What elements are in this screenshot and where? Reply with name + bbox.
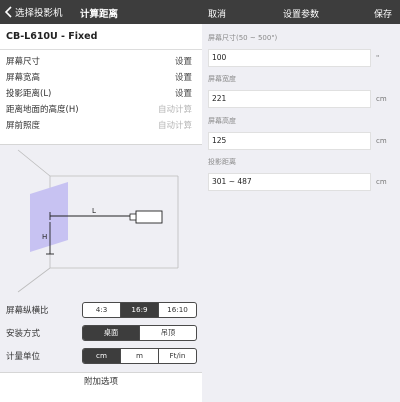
divider	[0, 49, 202, 50]
row-screen-illuminance: 屏前照度 自动计算	[6, 119, 192, 133]
mounting-label: 安装方式	[6, 329, 41, 339]
calculate-distance-panel: 选择投影机 计算距离 CB-L610U - Fixed 屏幕尺寸 设置 屏幕宽高…	[0, 0, 202, 402]
screen-height-unit: cm	[376, 137, 387, 145]
save-button[interactable]: 保存	[374, 7, 392, 20]
row-throw-distance[interactable]: 投影距离(L) 设置	[6, 87, 192, 101]
mounting-segmented-control: 桌面 吊顶	[82, 325, 197, 341]
screen-height-label: 屏幕高度	[208, 117, 236, 125]
unit-segmented-control: cm m Ft/in	[82, 348, 197, 364]
projection-screen	[30, 182, 68, 252]
screen-size-unit: "	[376, 54, 380, 62]
row-label: 屏幕宽高	[6, 73, 41, 83]
row-label: 投影距离(L)	[6, 89, 52, 99]
room-edge	[17, 149, 51, 177]
aspect-16-10-option[interactable]: 16:10	[158, 303, 196, 317]
mounting-row: 安装方式 桌面 吊顶	[6, 325, 197, 341]
aspect-ratio-segmented-control: 4:3 16:9 16:10	[82, 302, 197, 318]
screen-height-input[interactable]: 125	[208, 132, 371, 150]
cancel-button[interactable]: 取消	[208, 7, 226, 20]
throw-distance-input[interactable]: 301 ~ 487	[208, 173, 371, 191]
row-screen-size[interactable]: 屏幕尺寸 设置	[6, 55, 192, 69]
page-title: 计算距离	[80, 9, 119, 20]
model-name: CB-L610U - Fixed	[6, 31, 98, 42]
screen-width-unit: cm	[376, 95, 387, 103]
screen-width-label: 屏幕宽度	[208, 75, 236, 83]
unit-cm-option[interactable]: cm	[83, 349, 120, 363]
right-nav-bar: 取消 设置参数 保存	[202, 0, 400, 24]
aspect-ratio-row: 屏幕纵横比 4:3 16:9 16:10	[6, 302, 197, 318]
row-height-from-floor: 距离地面的高度(H) 自动计算	[6, 103, 192, 117]
screen-size-input[interactable]: 100	[208, 49, 371, 67]
back-label: 选择投影机	[15, 8, 63, 19]
unit-m-option[interactable]: m	[120, 349, 158, 363]
row-value: 设置	[174, 73, 192, 83]
mount-ceiling-option[interactable]: 吊顶	[139, 326, 196, 340]
aspect-ratio-label: 屏幕纵横比	[6, 306, 49, 316]
row-label: 距离地面的高度(H)	[6, 105, 79, 115]
left-nav-bar: 选择投影机 计算距离	[0, 0, 202, 24]
projector-lens	[129, 213, 137, 221]
screen-width-input[interactable]: 221	[208, 90, 371, 108]
row-label: 屏前照度	[6, 121, 41, 131]
screen-size-label: 屏幕尺寸(50 ~ 500")	[208, 34, 278, 42]
throw-distance-label: 投影距离	[208, 158, 236, 166]
back-button[interactable]: 选择投影机	[5, 5, 63, 19]
row-value: 自动计算	[157, 105, 192, 115]
aspect-4-3-option[interactable]: 4:3	[83, 303, 120, 317]
row-label: 屏幕尺寸	[6, 57, 41, 67]
projection-diagram: L H	[17, 149, 179, 293]
mount-desktop-option[interactable]: 桌面	[83, 326, 139, 340]
row-value: 自动计算	[157, 121, 192, 131]
panel-title: 设置参数	[283, 10, 320, 20]
height-label: H	[42, 233, 47, 241]
unit-label: 计量单位	[6, 352, 41, 362]
settings-card: CB-L610U - Fixed 屏幕尺寸 设置 屏幕宽高 设置 投影距离(L)…	[0, 24, 202, 145]
projector	[135, 210, 163, 224]
additional-options-button[interactable]: 附加选项	[0, 372, 202, 402]
distance-label: L	[92, 207, 96, 215]
unit-row: 计量单位 cm m Ft/in	[6, 348, 197, 364]
unit-ftin-option[interactable]: Ft/in	[158, 349, 196, 363]
row-value: 设置	[174, 57, 192, 67]
throw-distance-unit: cm	[376, 178, 387, 186]
aspect-16-9-option[interactable]: 16:9	[120, 303, 158, 317]
row-screen-dimensions[interactable]: 屏幕宽高 设置	[6, 71, 192, 85]
chevron-left-icon	[5, 6, 12, 18]
room-edge	[17, 267, 51, 293]
additional-options-label: 附加选项	[83, 377, 118, 387]
row-value: 设置	[174, 89, 192, 99]
set-parameters-panel: 取消 设置参数 保存 屏幕尺寸(50 ~ 500") 100 " 屏幕宽度 22…	[202, 0, 400, 402]
